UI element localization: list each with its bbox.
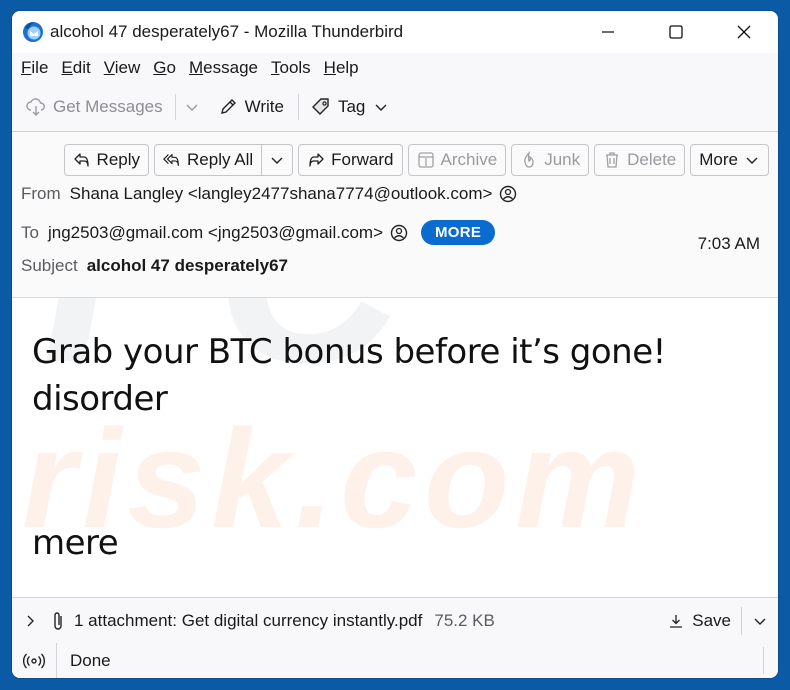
tag-icon bbox=[311, 97, 331, 117]
thunderbird-logo-icon bbox=[22, 21, 44, 43]
online-status-button[interactable] bbox=[12, 643, 57, 678]
pencil-icon bbox=[218, 97, 238, 117]
message-time: 7:03 AM bbox=[697, 234, 760, 253]
to-row: To jng2503@gmail.com <jng2503@gmail.com>… bbox=[21, 220, 496, 245]
minimize-icon bbox=[602, 31, 614, 33]
contact-icon[interactable] bbox=[499, 185, 517, 203]
from-row: From Shana Langley <langley2477shana7774… bbox=[21, 184, 517, 204]
chevron-right-icon bbox=[27, 615, 34, 626]
close-button[interactable] bbox=[710, 11, 778, 53]
minimize-button[interactable] bbox=[574, 11, 642, 53]
broadcast-icon bbox=[22, 653, 46, 668]
subject-label: Subject bbox=[21, 256, 78, 275]
from-value[interactable]: Shana Langley <langley2477shana7774@outl… bbox=[70, 184, 493, 204]
delete-button[interactable]: Delete bbox=[594, 144, 686, 176]
window-title: alcohol 47 desperately67 - Mozilla Thund… bbox=[50, 22, 404, 41]
reply-all-icon bbox=[163, 151, 181, 169]
paperclip-icon bbox=[50, 610, 66, 632]
to-value[interactable]: jng2503@gmail.com <jng2503@gmail.com> bbox=[48, 223, 383, 243]
maximize-icon bbox=[669, 25, 683, 39]
chevron-down-icon bbox=[746, 157, 758, 164]
reply-all-split: Reply All bbox=[154, 144, 294, 176]
message-header: Reply Reply All Forward Archive Junk Del… bbox=[12, 132, 778, 298]
menu-go[interactable]: Go bbox=[153, 58, 176, 78]
maximize-button[interactable] bbox=[642, 11, 710, 53]
trash-icon bbox=[603, 151, 621, 169]
toolbar-separator bbox=[297, 94, 299, 120]
status-text: Done bbox=[70, 650, 111, 670]
download-icon bbox=[670, 614, 683, 628]
menu-message[interactable]: Message bbox=[189, 58, 258, 78]
body-line: Grab your BTC bonus before it’s gone! bbox=[32, 332, 666, 372]
get-messages-dropdown[interactable] bbox=[184, 90, 200, 124]
get-messages-button[interactable]: Get Messages bbox=[26, 90, 163, 124]
flame-icon bbox=[520, 151, 538, 169]
close-icon bbox=[737, 25, 751, 39]
message-actions: Reply Reply All Forward Archive Junk Del… bbox=[63, 144, 769, 176]
forward-icon bbox=[307, 151, 325, 169]
archive-icon bbox=[417, 151, 435, 169]
subject-value: alcohol 47 desperately67 bbox=[86, 256, 288, 275]
menu-tools[interactable]: Tools bbox=[271, 58, 311, 78]
status-divider bbox=[763, 647, 764, 674]
menu-edit[interactable]: Edit bbox=[61, 58, 90, 78]
chevron-down-icon bbox=[186, 104, 198, 111]
status-bar: Done bbox=[12, 643, 778, 678]
title-bar: alcohol 47 desperately67 - Mozilla Thund… bbox=[12, 11, 778, 53]
chevron-down-icon bbox=[754, 618, 766, 625]
junk-button[interactable]: Junk bbox=[511, 144, 590, 176]
expand-attachments-toggle[interactable] bbox=[22, 613, 38, 629]
save-attachment-button[interactable]: Save bbox=[668, 606, 742, 635]
cloud-download-icon bbox=[26, 97, 46, 117]
more-button[interactable]: More bbox=[690, 144, 769, 176]
attachment-summary[interactable]: 1 attachment: Get digital currency insta… bbox=[74, 611, 422, 631]
attachment-size: 75.2 KB bbox=[434, 610, 495, 630]
subject-row: Subject alcohol 47 desperately67 bbox=[21, 256, 288, 276]
message-body: PC risk.com Grab your BTC bonus before i… bbox=[12, 298, 778, 596]
chevron-down-icon bbox=[271, 157, 283, 164]
chevron-down-icon bbox=[375, 104, 387, 111]
body-line: disorder bbox=[32, 379, 168, 419]
attachment-bar: 1 attachment: Get digital currency insta… bbox=[12, 597, 778, 644]
reply-button[interactable]: Reply bbox=[63, 144, 150, 176]
archive-button[interactable]: Archive bbox=[407, 144, 507, 176]
reply-all-dropdown[interactable] bbox=[262, 145, 292, 175]
toolbar-separator bbox=[174, 94, 176, 120]
to-label: To bbox=[21, 222, 39, 242]
menu-bar: File Edit View Go Message Tools Help bbox=[12, 53, 778, 83]
body-line: mere bbox=[32, 523, 119, 563]
forward-button[interactable]: Forward bbox=[298, 144, 403, 176]
contact-icon[interactable] bbox=[390, 224, 408, 242]
menu-help[interactable]: Help bbox=[324, 58, 359, 78]
thunderbird-window: alcohol 47 desperately67 - Mozilla Thund… bbox=[12, 11, 778, 678]
reply-icon bbox=[73, 151, 91, 169]
menu-file[interactable]: File bbox=[21, 58, 48, 78]
tag-button[interactable]: Tag bbox=[311, 90, 389, 124]
reply-all-button[interactable]: Reply All bbox=[155, 145, 263, 175]
more-recipients-badge[interactable]: MORE bbox=[421, 220, 496, 245]
main-toolbar: Get Messages Write Tag bbox=[12, 83, 778, 132]
from-label: From bbox=[21, 184, 61, 203]
write-button[interactable]: Write bbox=[218, 90, 284, 124]
save-dropdown[interactable] bbox=[742, 613, 778, 629]
menu-view[interactable]: View bbox=[104, 58, 141, 78]
